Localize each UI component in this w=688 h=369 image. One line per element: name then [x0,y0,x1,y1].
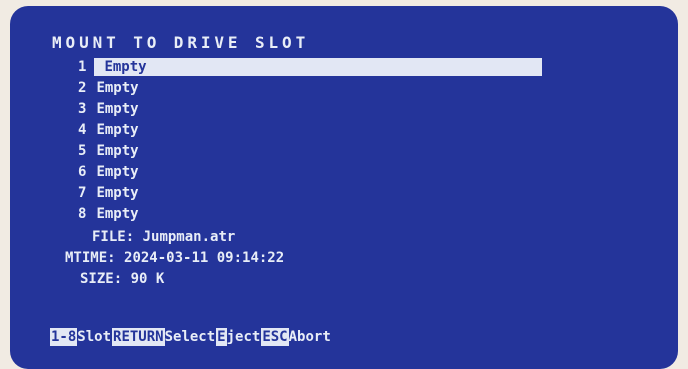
slot-label: Empty [96,80,139,96]
mtime-value: 2024-03-11 09:14:22 [124,250,285,266]
slot-label: Empty [96,101,139,117]
slot-number: 8 [78,206,87,222]
select-hint: Select [164,329,216,345]
slot-row-8[interactable]: 8 Empty [78,205,139,223]
slot-label: Empty [96,185,139,201]
slot-row-1[interactable]: 1 Empty [70,58,542,76]
slot-row-7[interactable]: 7 Empty [78,184,139,202]
slot-number: 6 [78,164,87,180]
slot-number: 2 [78,80,87,96]
mtime-info: MTIME: 2024-03-11 09:14:22 [65,249,284,267]
size-info: SIZE: 90 K [80,270,164,288]
slot-row-5[interactable]: 5 Empty [78,142,139,160]
slot-row-2[interactable]: 2 Empty [78,79,139,97]
file-info: FILE: Jumpman.atr [92,228,235,246]
slot-row-3[interactable]: 3 Empty [78,100,139,118]
slot-number: 3 [78,101,87,117]
slot-number: 7 [78,185,87,201]
file-label: FILE: [92,229,135,245]
return-key[interactable]: RETURN [112,328,165,346]
eject-key[interactable]: E [216,328,227,346]
slot-number: 4 [78,122,87,138]
screen: MOUNT TO DRIVE SLOT 1 Empty 2 Empty 3 Empty… [10,6,678,369]
slot-label: Empty [104,59,147,75]
slot-label: Empty [96,122,139,138]
slot-row-4[interactable]: 4 Empty [78,121,139,139]
slot-label: Empty [96,164,139,180]
file-value: Jumpman.atr [142,229,236,245]
slot-row-6[interactable]: 6 Empty [78,163,139,181]
slot-label: Empty [96,206,139,222]
slot-number: 1 [70,58,95,76]
slot-hint: Slot [77,329,112,345]
abort-hint: Abort [288,329,331,345]
esc-key[interactable]: ESC [261,328,289,346]
size-value: 90 K [130,271,165,287]
slot-label: Empty [96,143,139,159]
slot-key[interactable]: 1-8 [50,328,78,346]
eject-hint: ject [226,329,261,345]
key-hints-bar: 1-8 Slot RETURN Select Eject ESC Abort [50,328,332,346]
slot-number: 5 [78,143,87,159]
size-label: SIZE: [80,271,123,287]
mtime-label: MTIME: [65,250,116,266]
page-title: MOUNT TO DRIVE SLOT [52,33,310,52]
